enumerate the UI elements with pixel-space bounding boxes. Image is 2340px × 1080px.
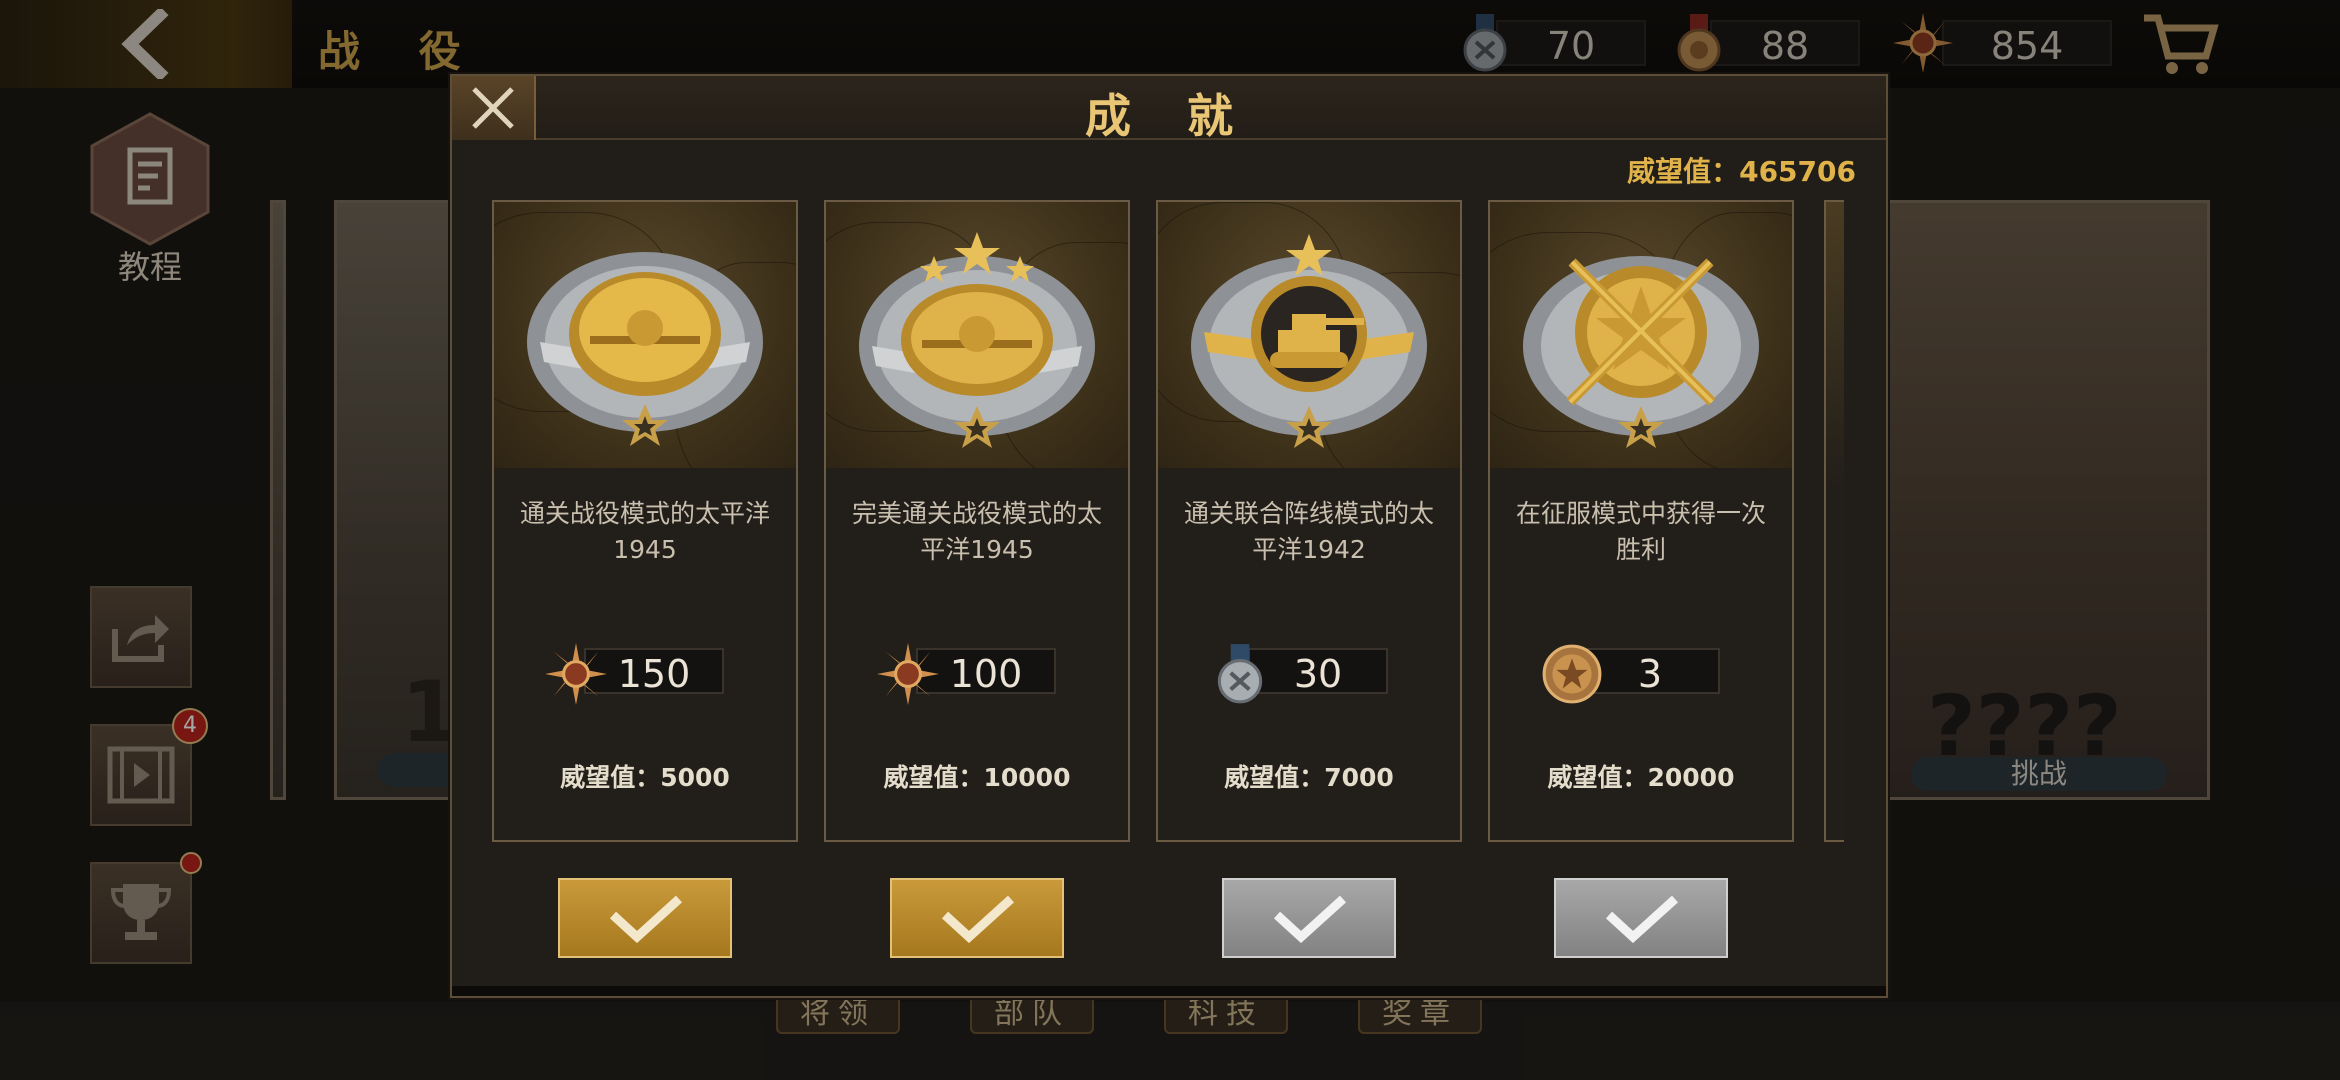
claim-button-disabled[interactable]: [1554, 878, 1728, 958]
achievement-prestige: 威望值：20000: [1547, 763, 1735, 792]
rifles-medal-icon: [1523, 256, 1759, 448]
achievement-art: [826, 202, 1128, 468]
pilot-medal-icon: [527, 252, 763, 446]
prestige-total: 威望值：465706: [1627, 155, 1856, 188]
perfect-pilot-medal-icon: [859, 232, 1095, 448]
claim-button[interactable]: [558, 878, 732, 958]
claim-button-disabled[interactable]: [1222, 878, 1396, 958]
modal-bottom-border: [452, 986, 1886, 996]
description-line: 1945: [613, 535, 677, 564]
checkmark-icon: [941, 895, 1015, 943]
modal-header: 成 就: [452, 76, 1886, 143]
achievement-art: [494, 202, 796, 468]
description-line: 通关战役模式的太平洋: [519, 499, 770, 528]
achievement-art: [1158, 202, 1460, 468]
achievement-prestige: 威望值：5000: [560, 763, 730, 792]
reward: 30: [1208, 644, 1412, 704]
achievement-description: 通关联合阵线模式的太 平洋1942: [1168, 496, 1450, 568]
description-line: 完美通关战役模式的太: [851, 499, 1102, 528]
achievement-prestige: 威望值：7000: [1224, 763, 1394, 792]
close-icon: [472, 87, 514, 129]
achievement-art: [1490, 202, 1792, 468]
achievement-card: 通关联合阵线模式的太 平洋1942 30 威望值：7000: [1156, 200, 1462, 842]
description-line: 在征服模式中获得一次: [1515, 499, 1766, 528]
achievement-card: 完美通关战役模式的太 平洋1945 100 威望值：10000: [824, 200, 1130, 842]
close-button[interactable]: [452, 76, 536, 140]
modal-title: 成 就: [1084, 89, 1253, 143]
achievement-description: 在征服模式中获得一次 胜利: [1500, 496, 1782, 568]
silver-medal-icon: [1217, 644, 1263, 704]
bronze-medal-icon: [1542, 644, 1602, 704]
reward: 100: [876, 643, 1080, 705]
reward: 3: [1540, 644, 1744, 704]
description-line: 胜利: [1615, 535, 1666, 564]
achievement-card: 通关战役模式的太平洋 1945 150 威望值：5000: [492, 200, 798, 842]
achievement-description: 通关战役模式的太平洋 1945: [504, 496, 786, 568]
tank-medal-icon: [1191, 234, 1427, 448]
checkmark-icon: [609, 895, 683, 943]
sun-badge-icon: [877, 643, 939, 705]
checkmark-icon: [1605, 895, 1679, 943]
claim-button[interactable]: [890, 878, 1064, 958]
sun-badge-icon: [545, 643, 607, 705]
achievement-description: 完美通关战役模式的太 平洋1945: [836, 496, 1118, 568]
achievement-prestige: 威望值：10000: [883, 763, 1071, 792]
next-achievement-card-edge: [1824, 200, 1844, 842]
reward: 150: [544, 643, 748, 705]
description-line: 平洋1942: [1252, 535, 1366, 564]
achievement-card: 在征服模式中获得一次 胜利 3 威望值：20000: [1488, 200, 1794, 842]
description-line: 平洋1945: [920, 535, 1034, 564]
achievements-modal: 成 就 威望值：465706 通关战役模式的太平洋 1945 150 威望值：5…: [450, 74, 1888, 998]
checkmark-icon: [1273, 895, 1347, 943]
description-line: 通关联合阵线模式的太: [1183, 499, 1434, 528]
